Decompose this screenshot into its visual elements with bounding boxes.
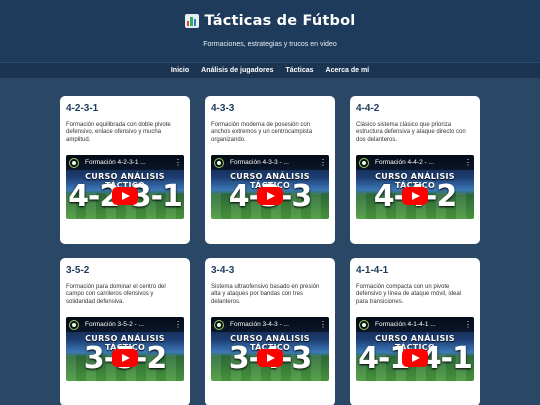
formation-card: 4-1-4-1 Formación compacta con un pivote… <box>350 258 480 405</box>
video-topbar: Formación 3-4-3 - ... ⋮ <box>211 317 329 332</box>
card-description: Clásico sistema clásico que prioriza est… <box>356 122 466 143</box>
channel-logo-icon[interactable] <box>359 157 369 168</box>
play-button-icon[interactable] <box>112 349 138 367</box>
site-title: Tácticas de Fútbol <box>184 13 356 29</box>
formations-grid: 4-2-3-1 Formación equilibrada con doble … <box>0 78 540 405</box>
video-embed[interactable]: Formación 4-1-4-1 ... ⋮ CURSO ANÁLISIS T… <box>356 317 474 381</box>
video-embed[interactable]: Formación 4-4-2 - ... ⋮ CURSO ANÁLISIS T… <box>356 155 474 219</box>
video-title[interactable]: Formación 4-3-3 - ... <box>230 159 319 166</box>
more-options-icon[interactable]: ⋮ <box>174 320 182 329</box>
video-embed[interactable]: Formación 4-3-3 - ... ⋮ CURSO ANÁLISIS T… <box>211 155 329 219</box>
nav-link-acerca[interactable]: Acerca de mí <box>326 67 370 74</box>
video-title[interactable]: Formación 4-1-4-1 ... <box>375 321 464 328</box>
play-button-icon[interactable] <box>402 349 428 367</box>
card-description: Formación moderna de posesión con anchos… <box>211 122 313 143</box>
card-description: Formación para dominar el centro del cam… <box>66 284 166 305</box>
video-topbar: Formación 4-3-3 - ... ⋮ <box>211 155 329 170</box>
play-button-icon[interactable] <box>402 187 428 205</box>
video-topbar: Formación 4-1-4-1 ... ⋮ <box>356 317 474 332</box>
more-options-icon[interactable]: ⋮ <box>464 320 472 329</box>
card-title: 3-4-3 <box>211 265 235 276</box>
formation-card: 4-2-3-1 Formación equilibrada con doble … <box>60 96 190 244</box>
formation-card: 4-3-3 Formación moderna de posesión con … <box>205 96 335 244</box>
channel-logo-icon[interactable] <box>69 319 79 330</box>
main-nav: Inicio Análisis de jugadores Tácticas Ac… <box>0 62 540 78</box>
video-topbar: Formación 4-2-3-1 ... ⋮ <box>66 155 184 170</box>
card-description: Formación compacta con un pivote defensi… <box>356 284 462 305</box>
play-button-icon[interactable] <box>257 187 283 205</box>
video-embed[interactable]: Formación 4-2-3-1 ... ⋮ CURSO ANÁLISIS T… <box>66 155 184 219</box>
card-title: 4-2-3-1 <box>66 103 99 114</box>
play-button-icon[interactable] <box>257 349 283 367</box>
channel-logo-icon[interactable] <box>214 157 224 168</box>
channel-logo-icon[interactable] <box>214 319 224 330</box>
formation-card: 4-4-2 Clásico sistema clásico que priori… <box>350 96 480 244</box>
more-options-icon[interactable]: ⋮ <box>464 158 472 167</box>
video-title[interactable]: Formación 4-4-2 - ... <box>375 159 464 166</box>
site-subtitle: Formaciones, estrategias y trucos en vid… <box>203 41 337 48</box>
card-title: 4-3-3 <box>211 103 235 114</box>
video-embed[interactable]: Formación 3-5-2 - ... ⋮ CURSO ANÁLISIS T… <box>66 317 184 381</box>
nav-link-tacticas[interactable]: Tácticas <box>286 67 314 74</box>
more-options-icon[interactable]: ⋮ <box>319 158 327 167</box>
nav-link-inicio[interactable]: Inicio <box>171 67 189 74</box>
card-title: 3-5-2 <box>66 265 90 276</box>
video-embed[interactable]: Formación 3-4-3 - ... ⋮ CURSO ANÁLISIS T… <box>211 317 329 381</box>
video-title[interactable]: Formación 3-5-2 - ... <box>85 321 174 328</box>
formation-card: 3-5-2 Formación para dominar el centro d… <box>60 258 190 405</box>
nav-link-analisis-jugadores[interactable]: Análisis de jugadores <box>201 67 273 74</box>
play-button-icon[interactable] <box>112 187 138 205</box>
site-title-text: Tácticas de Fútbol <box>204 13 356 29</box>
bar-chart-icon <box>184 14 199 28</box>
card-description: Formación equilibrada con doble pivote d… <box>66 122 171 143</box>
channel-logo-icon[interactable] <box>69 157 79 168</box>
video-title[interactable]: Formación 3-4-3 - ... <box>230 321 319 328</box>
card-description: Sistema ultraofensivo basado en presión … <box>211 284 320 305</box>
more-options-icon[interactable]: ⋮ <box>319 320 327 329</box>
more-options-icon[interactable]: ⋮ <box>174 158 182 167</box>
video-title[interactable]: Formación 4-2-3-1 ... <box>85 159 174 166</box>
site-header: Tácticas de Fútbol Formaciones, estrateg… <box>0 0 540 62</box>
formation-card: 3-4-3 Sistema ultraofensivo basado en pr… <box>205 258 335 405</box>
card-title: 4-1-4-1 <box>356 265 389 276</box>
card-title: 4-4-2 <box>356 103 380 114</box>
channel-logo-icon[interactable] <box>359 319 369 330</box>
video-topbar: Formación 3-5-2 - ... ⋮ <box>66 317 184 332</box>
video-topbar: Formación 4-4-2 - ... ⋮ <box>356 155 474 170</box>
